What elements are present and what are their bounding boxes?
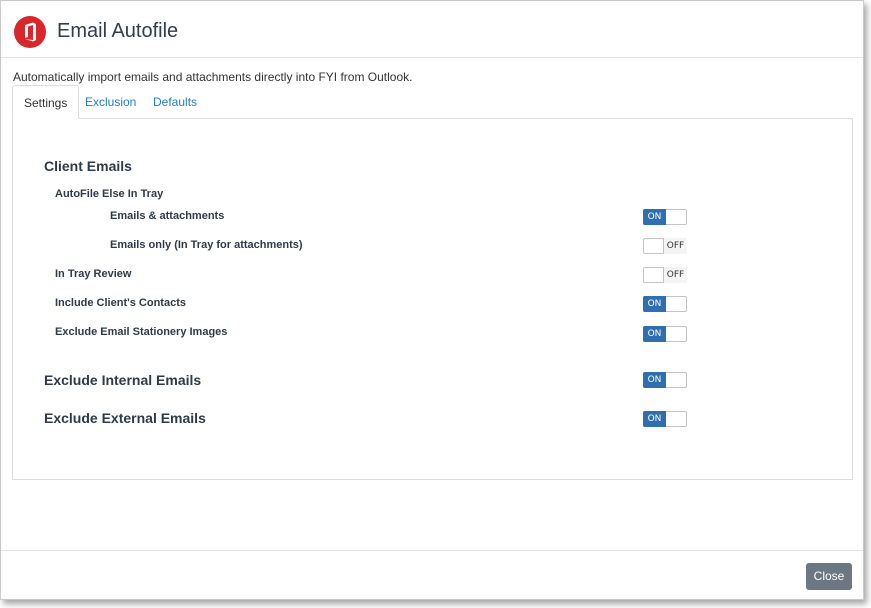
- toggle-state: OFF: [663, 238, 687, 254]
- toggle-state: ON: [643, 296, 666, 312]
- tab-settings[interactable]: Settings: [12, 85, 80, 119]
- dialog-footer: Close: [1, 550, 863, 601]
- emails-attachments-label: Emails & attachments: [110, 210, 225, 222]
- emails-only-label: Emails only (In Tray for attachments): [110, 239, 303, 251]
- email-autofile-dialog: Email Autofile Automatically import emai…: [0, 0, 864, 600]
- exclude-external-emails-toggle[interactable]: ON: [643, 411, 687, 427]
- exclude-internal-emails-toggle[interactable]: ON: [643, 372, 687, 388]
- include-clients-contacts-label: Include Client's Contacts: [55, 297, 186, 309]
- toggle-state: ON: [643, 326, 666, 342]
- emails-only-toggle[interactable]: OFF: [643, 238, 687, 254]
- settings-panel: Client Emails AutoFile Else In Tray Emai…: [12, 118, 853, 480]
- in-tray-review-toggle[interactable]: OFF: [643, 267, 687, 283]
- exclude-external-emails-label: Exclude External Emails: [44, 410, 206, 426]
- in-tray-review-label: In Tray Review: [55, 268, 132, 280]
- close-button[interactable]: Close: [806, 563, 852, 590]
- tab-bar: Settings Exclusion Defaults: [12, 85, 852, 119]
- dialog-title: Email Autofile: [57, 20, 179, 42]
- office-logo-icon: [14, 16, 46, 48]
- tab-defaults[interactable]: Defaults: [153, 85, 197, 119]
- include-clients-contacts-toggle[interactable]: ON: [643, 296, 687, 312]
- exclude-stationery-images-toggle[interactable]: ON: [643, 326, 687, 342]
- dialog-header: Email Autofile: [1, 1, 863, 58]
- toggle-state: ON: [643, 209, 666, 225]
- exclude-internal-emails-label: Exclude Internal Emails: [44, 372, 202, 388]
- toggle-state: ON: [643, 372, 666, 388]
- autofile-else-in-tray-heading: AutoFile Else In Tray: [55, 188, 164, 200]
- tab-exclusion[interactable]: Exclusion: [85, 85, 136, 119]
- client-emails-heading: Client Emails: [44, 158, 132, 174]
- dialog-description: Automatically import emails and attachme…: [13, 70, 413, 84]
- exclude-stationery-images-label: Exclude Email Stationery Images: [55, 326, 228, 338]
- emails-attachments-toggle[interactable]: ON: [643, 209, 687, 225]
- toggle-state: OFF: [663, 267, 687, 283]
- toggle-state: ON: [643, 411, 666, 427]
